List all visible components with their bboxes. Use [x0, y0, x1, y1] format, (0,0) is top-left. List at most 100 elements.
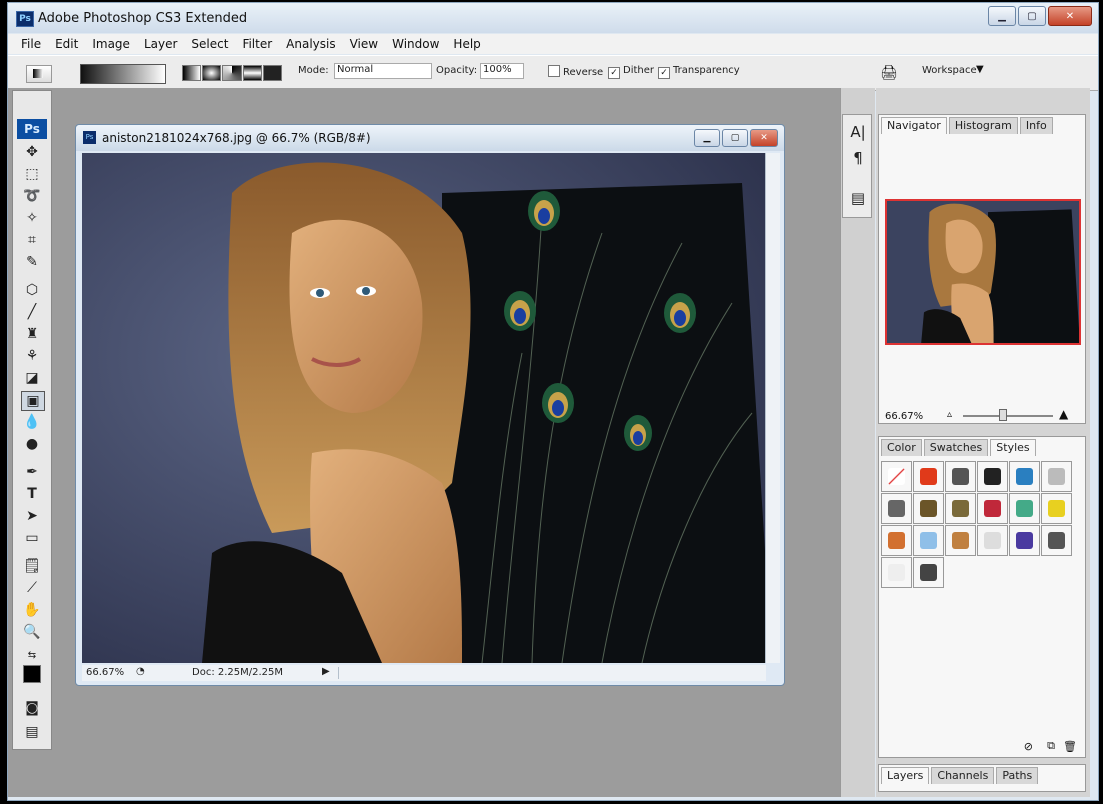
style-swatch[interactable]	[881, 557, 912, 588]
reflected-gradient-icon[interactable]	[242, 65, 262, 81]
menu-window[interactable]: Window	[385, 37, 446, 51]
radial-gradient-icon[interactable]	[202, 65, 222, 81]
vertical-scrollbar[interactable]	[765, 153, 780, 663]
dither-checkbox[interactable]: ✓ Dither	[608, 65, 654, 79]
style-swatch[interactable]	[1009, 461, 1040, 492]
menu-help[interactable]: Help	[446, 37, 487, 51]
foreground-color-swatch[interactable]	[23, 665, 41, 683]
paragraph-panel-icon[interactable]: ¶	[849, 149, 867, 169]
doc-minimize-button[interactable]: ▁	[694, 129, 720, 147]
pen-tool-icon[interactable]: ✒	[21, 463, 43, 481]
notes-tool-icon[interactable]: 🗒	[21, 557, 43, 575]
new-style-icon[interactable]: ⧉	[1047, 739, 1055, 753]
reverse-checkbox-box[interactable]	[548, 65, 560, 77]
healing-brush-tool-icon[interactable]: ⬡	[21, 281, 43, 299]
blur-tool-icon[interactable]: 💧	[21, 413, 43, 431]
tab-histogram[interactable]: Histogram	[948, 117, 1018, 134]
maximize-button[interactable]: ▢	[1018, 6, 1046, 26]
horizontal-scrollbar[interactable]	[338, 667, 763, 679]
style-swatch[interactable]	[977, 525, 1008, 556]
gradient-type-buttons[interactable]	[182, 65, 283, 81]
style-swatch[interactable]	[945, 525, 976, 556]
marquee-tool-icon[interactable]: ⬚	[21, 165, 43, 183]
dither-check-icon[interactable]: ✓	[608, 67, 620, 79]
doc-close-button[interactable]: ✕	[750, 129, 778, 147]
move-tool-icon[interactable]: ✥	[21, 143, 43, 161]
tab-swatches[interactable]: Swatches	[923, 439, 989, 456]
style-swatch[interactable]	[1009, 525, 1040, 556]
tool-presets-panel-icon[interactable]: ▤	[849, 189, 867, 209]
style-swatch[interactable]	[913, 493, 944, 524]
gradient-tool-preset-icon[interactable]	[26, 65, 52, 83]
menu-layer[interactable]: Layer	[137, 37, 184, 51]
close-button[interactable]: ✕	[1048, 6, 1092, 26]
minimize-button[interactable]: ▁	[988, 6, 1016, 26]
menu-edit[interactable]: Edit	[48, 37, 85, 51]
no-style-icon[interactable]: ⊘	[1024, 740, 1033, 753]
tab-info[interactable]: Info	[1019, 117, 1053, 134]
linear-gradient-icon[interactable]	[182, 65, 202, 81]
tab-navigator[interactable]: Navigator	[881, 117, 947, 134]
style-swatch[interactable]	[945, 493, 976, 524]
menu-analysis[interactable]: Analysis	[279, 37, 342, 51]
angle-gradient-icon[interactable]	[222, 65, 242, 81]
navigator-thumbnail[interactable]	[885, 199, 1081, 345]
navigator-zoom[interactable]: 66.67%	[885, 411, 923, 422]
menu-select[interactable]: Select	[184, 37, 235, 51]
style-swatch[interactable]	[881, 493, 912, 524]
eyedropper-tool-icon[interactable]: ⟋	[21, 579, 43, 597]
tab-styles[interactable]: Styles	[990, 439, 1036, 456]
zoom-level[interactable]: 66.67%	[86, 667, 124, 678]
shape-tool-icon[interactable]: ▭	[21, 529, 43, 547]
doc-maximize-button[interactable]: ▢	[722, 129, 748, 147]
tab-channels[interactable]: Channels	[931, 767, 995, 784]
zoom-slider[interactable]	[963, 415, 1053, 417]
quick-mask-icon[interactable]: ◙	[21, 699, 43, 717]
gradient-tool-icon[interactable]: ▣	[21, 391, 45, 411]
menu-filter[interactable]: Filter	[235, 37, 279, 51]
magic-wand-tool-icon[interactable]: ✧	[21, 209, 43, 227]
opacity-input[interactable]: 100%	[480, 63, 524, 79]
brush-tool-icon[interactable]: ╱	[21, 303, 43, 321]
style-swatch[interactable]	[881, 525, 912, 556]
style-swatch[interactable]	[1009, 493, 1040, 524]
delete-style-icon[interactable]: 🗑	[1063, 740, 1077, 753]
status-info-icon[interactable]: ◔	[136, 666, 145, 677]
style-swatch[interactable]	[1041, 461, 1072, 492]
menu-image[interactable]: Image	[85, 37, 137, 51]
tab-layers[interactable]: Layers	[881, 767, 930, 784]
crop-tool-icon[interactable]: ⌗	[21, 231, 43, 249]
screen-mode-icon[interactable]: ▤	[21, 723, 43, 741]
status-menu-arrow-icon[interactable]: ▶	[322, 666, 330, 677]
zoom-slider-thumb[interactable]	[999, 409, 1007, 421]
style-swatch[interactable]	[913, 461, 944, 492]
reverse-checkbox[interactable]: Reverse	[548, 65, 603, 78]
zoom-in-icon[interactable]: ▲	[1059, 407, 1068, 421]
gradient-picker[interactable]	[80, 64, 166, 84]
transparency-check-icon[interactable]: ✓	[658, 67, 670, 79]
type-tool-icon[interactable]: T	[21, 485, 43, 503]
diamond-gradient-icon[interactable]	[262, 65, 283, 81]
style-swatch[interactable]	[913, 525, 944, 556]
style-swatch[interactable]	[977, 461, 1008, 492]
slice-tool-icon[interactable]: ✎	[21, 253, 43, 271]
lasso-tool-icon[interactable]: ➰	[21, 187, 43, 205]
style-swatch[interactable]	[913, 557, 944, 588]
workspace-menu[interactable]: Workspace	[922, 65, 977, 76]
mode-select[interactable]: Normal	[334, 63, 432, 79]
eraser-tool-icon[interactable]: ◪	[21, 369, 43, 387]
menu-view[interactable]: View	[343, 37, 385, 51]
character-panel-icon[interactable]: A|	[849, 123, 867, 143]
zoom-out-icon[interactable]: ▵	[947, 409, 952, 420]
history-brush-tool-icon[interactable]: ⚘	[21, 347, 43, 365]
style-swatch[interactable]	[1041, 493, 1072, 524]
transparency-checkbox[interactable]: ✓ Transparency	[658, 65, 740, 79]
style-swatch[interactable]	[945, 461, 976, 492]
clone-stamp-tool-icon[interactable]: ♜	[21, 325, 43, 343]
style-swatch[interactable]	[977, 493, 1008, 524]
path-selection-tool-icon[interactable]: ➤	[21, 507, 43, 525]
tab-color[interactable]: Color	[881, 439, 922, 456]
style-swatch[interactable]	[881, 461, 912, 492]
hand-tool-icon[interactable]: ✋	[21, 601, 43, 619]
swap-colors-icon[interactable]: ⇆	[21, 647, 43, 665]
